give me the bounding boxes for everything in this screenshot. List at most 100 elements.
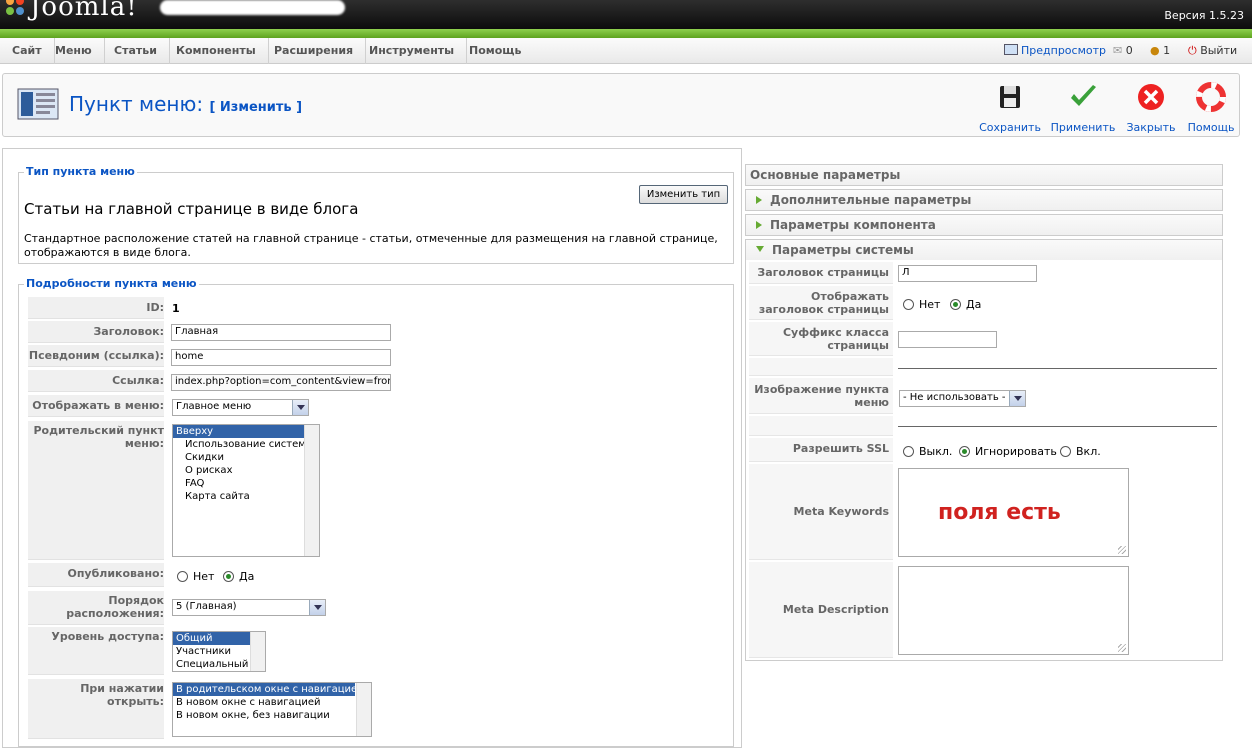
separator-line xyxy=(898,426,1217,427)
advanced-params-label: Дополнительные параметры xyxy=(770,193,972,207)
parent-option[interactable]: FAQ xyxy=(173,477,319,490)
preview-icon xyxy=(1004,44,1018,55)
component-params-header[interactable]: Параметры компонента xyxy=(745,214,1223,236)
chevron-down-icon[interactable] xyxy=(1009,391,1025,406)
meta-description-label: Meta Description xyxy=(749,562,893,658)
menu-item-header-icon xyxy=(17,88,59,120)
help-button[interactable]: Помощь xyxy=(1178,82,1244,134)
checkmark-icon xyxy=(1071,85,1096,106)
menu-articles[interactable]: Статьи xyxy=(102,38,170,64)
page-title-input[interactable]: Л xyxy=(898,265,1037,282)
spacer-row xyxy=(749,358,893,376)
onclick-label: При нажатии открыть: xyxy=(28,679,164,739)
radio-circle-icon xyxy=(903,446,914,457)
save-button[interactable]: Сохранить xyxy=(977,82,1043,134)
users-count-value: 1 xyxy=(1163,44,1171,57)
access-listbox[interactable]: Общий Участники Специальный xyxy=(172,631,266,672)
resize-grip-icon[interactable] xyxy=(1118,644,1126,652)
ssl-off-radio[interactable]: Выкл. xyxy=(903,445,952,458)
page-title: Пункт меню: [ Изменить ] xyxy=(69,92,302,116)
change-type-button[interactable]: Изменить тип xyxy=(639,185,728,204)
expand-arrow-icon xyxy=(756,196,762,204)
show-title-no-radio[interactable]: Нет xyxy=(903,298,940,311)
display-in-value: Главное меню xyxy=(176,401,252,412)
chevron-down-icon[interactable] xyxy=(292,400,308,415)
close-button[interactable]: Закрыть xyxy=(1118,82,1184,134)
image-select[interactable]: - Не использовать - xyxy=(899,390,1026,407)
menu-components[interactable]: Компоненты xyxy=(164,38,269,64)
display-in-select[interactable]: Главное меню xyxy=(172,399,309,416)
menu-type-title: Статьи на главной странице в виде блога xyxy=(24,200,359,218)
parent-option[interactable]: Вверху xyxy=(173,425,319,438)
parent-option[interactable]: Скидки xyxy=(173,451,319,464)
preview-link[interactable]: Предпросмотр xyxy=(1004,38,1106,64)
onclick-option[interactable]: В новом окне, без навигации xyxy=(173,709,371,722)
resize-grip-icon[interactable] xyxy=(1118,546,1126,554)
title-input[interactable]: Главная xyxy=(171,324,391,341)
image-label: Изображение пункта меню xyxy=(749,378,893,414)
link-input[interactable]: index.php?option=com_content&view=frontp… xyxy=(171,374,391,391)
apply-label: Применить xyxy=(1050,121,1116,134)
meta-description-textarea[interactable] xyxy=(898,566,1129,655)
id-value: 1 xyxy=(172,302,180,315)
parent-listbox[interactable]: Вверху Использование систем Скидки О рис… xyxy=(172,424,320,557)
suffix-input[interactable] xyxy=(898,331,997,348)
order-select[interactable]: 5 (Главная) xyxy=(172,599,326,616)
basic-params-label: Основные параметры xyxy=(750,168,901,182)
access-scrollbar[interactable] xyxy=(250,632,265,671)
show-title-yes-radio[interactable]: Да xyxy=(950,298,981,311)
parent-option[interactable]: Карта сайта xyxy=(173,490,319,503)
advanced-params-header[interactable]: Дополнительные параметры xyxy=(745,189,1223,211)
onclick-option[interactable]: В родительском окне с навигацией xyxy=(173,683,364,696)
onclick-option[interactable]: В новом окне с навигацией xyxy=(173,696,371,709)
parent-scrollbar[interactable] xyxy=(304,425,319,556)
users-online[interactable]: ● 1 xyxy=(1150,38,1170,64)
version-label: Версия 1.5.23 xyxy=(1164,9,1244,22)
logout-text[interactable]: Выйти xyxy=(1200,44,1237,57)
apply-button[interactable]: Применить xyxy=(1050,82,1116,134)
expand-arrow-icon xyxy=(756,221,762,229)
menu-menus[interactable]: Меню xyxy=(43,38,105,64)
link-label: Ссылка: xyxy=(28,370,164,392)
page-title-label: Заголовок страницы xyxy=(749,262,893,284)
top-header: Joomla! Версия 1.5.23 xyxy=(0,0,1252,29)
published-no-radio[interactable]: Нет xyxy=(177,570,214,583)
save-label: Сохранить xyxy=(979,121,1041,134)
parent-option[interactable]: О рисках xyxy=(173,464,319,477)
menu-tools[interactable]: Инструменты xyxy=(357,38,468,64)
system-params-header[interactable]: Параметры системы xyxy=(745,239,1223,261)
spacer-row xyxy=(749,416,893,436)
preview-text[interactable]: Предпросмотр xyxy=(1021,44,1106,57)
alias-input[interactable]: home xyxy=(171,349,391,366)
lifebuoy-icon xyxy=(1196,82,1226,112)
logout-link[interactable]: ⏻ Выйти xyxy=(1188,38,1237,64)
fields-exist-note: поля есть xyxy=(938,500,1061,525)
logout-icon: ⏻ xyxy=(1188,44,1197,57)
ssl-on-radio[interactable]: Вкл. xyxy=(1060,445,1101,458)
logo-text: Joomla! xyxy=(30,0,138,22)
onclick-listbox[interactable]: В родительском окне с навигацией В новом… xyxy=(172,682,372,737)
messages-count[interactable]: ✉ 0 xyxy=(1113,38,1133,64)
display-in-label: Отображать в меню: xyxy=(28,395,164,417)
menu-extensions[interactable]: Расширения xyxy=(262,38,367,64)
access-label: Уровень доступа: xyxy=(28,627,164,675)
menu-help[interactable]: Помощь xyxy=(457,38,533,64)
close-icon xyxy=(1138,84,1164,110)
toolbar-box: Пункт меню: [ Изменить ] Сохранить Приме… xyxy=(2,73,1240,137)
basic-params-header[interactable]: Основные параметры xyxy=(745,164,1223,186)
id-label: ID: xyxy=(28,297,164,319)
floppy-icon xyxy=(1000,86,1020,108)
chevron-down-icon[interactable] xyxy=(309,600,325,615)
joomla-logo: Joomla! xyxy=(4,0,138,22)
ssl-label: Разрешить SSL xyxy=(749,438,893,462)
ssl-off-label: Выкл. xyxy=(919,445,953,458)
parent-option[interactable]: Использование систем xyxy=(173,438,319,451)
published-yes-radio[interactable]: Да xyxy=(223,570,254,583)
radio-checked-icon xyxy=(223,571,234,582)
details-legend: Подробности пункта меню xyxy=(24,277,199,290)
onclick-scrollbar[interactable] xyxy=(356,683,371,736)
ssl-ignore-radio[interactable]: Игнорировать xyxy=(959,445,1057,458)
menu-type-description: Стандартное расположение статей на главн… xyxy=(24,232,718,259)
component-params-label: Параметры компонента xyxy=(770,218,936,232)
close-label: Закрыть xyxy=(1126,121,1176,134)
